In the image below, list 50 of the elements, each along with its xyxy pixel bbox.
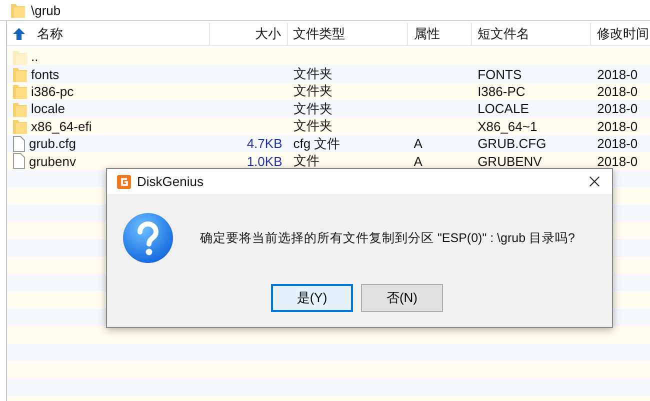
table-cell: 1.0KB (246, 154, 282, 169)
table-cell[interactable]: x86_64-efi (31, 118, 92, 134)
table-cell[interactable]: fonts (31, 66, 60, 82)
folder-icon (13, 48, 27, 65)
table-cell: 2018-0 (597, 154, 638, 169)
table-cell: LOCALE (478, 101, 529, 116)
close-icon (589, 176, 600, 187)
table-cell: 2018-0 (597, 118, 638, 134)
table-cell: 文件夹 (293, 82, 332, 100)
table-cell: 2018-0 (597, 136, 638, 152)
column-header[interactable]: 修改时间 (597, 25, 650, 43)
table-cell[interactable]: grubenv (29, 154, 76, 169)
table-cell[interactable]: .. (31, 49, 38, 64)
table-cell: 4.7KB (246, 136, 282, 152)
column-header[interactable]: 名称 (37, 25, 63, 43)
table-cell: 文件夹 (293, 100, 332, 118)
table-cell: 2018-0 (597, 101, 638, 116)
table-cell: I386-PC (478, 84, 526, 99)
folder-icon (13, 100, 27, 117)
up-arrow-icon (13, 28, 25, 40)
table-cell: A (414, 154, 422, 169)
app-logo-icon (117, 174, 131, 188)
dialog-title: DiskGenius (137, 174, 204, 189)
table-cell: FONTS (478, 66, 522, 82)
table-cell: 文件夹 (293, 118, 332, 135)
table-cell: GRUBENV (478, 154, 542, 169)
table-cell: 文件夹 (293, 65, 332, 83)
folder-icon (13, 118, 27, 134)
table-cell: 2018-0 (597, 66, 638, 82)
folder-icon (13, 83, 27, 100)
table-cell[interactable]: i386-pc (31, 84, 74, 99)
table-cell: A (414, 136, 422, 152)
table-cell: X86_64~1 (478, 118, 538, 134)
folder-icon (13, 66, 27, 82)
column-header[interactable]: 属性 (414, 25, 440, 43)
dialog-button[interactable]: 否(N) (361, 284, 443, 312)
table-cell[interactable]: locale (31, 101, 65, 116)
question-icon (122, 212, 174, 264)
table-cell[interactable]: grub.cfg (29, 136, 76, 152)
column-header[interactable]: 短文件名 (478, 25, 530, 43)
table-cell: GRUB.CFG (478, 136, 546, 152)
table-cell: 文件 (293, 152, 320, 170)
column-header[interactable]: 文件类型 (293, 25, 346, 43)
column-header[interactable]: 大小 (255, 25, 282, 43)
table-cell: 2018-0 (597, 84, 638, 99)
dialog-message: 确定要将当前选择的所有文件复制到分区 "ESP(0)" : \grub 目录吗? (200, 230, 575, 246)
path-text: \grub (31, 2, 61, 18)
table-cell: cfg 文件 (293, 134, 340, 152)
folder-icon (11, 2, 25, 18)
dialog-button[interactable]: 是(Y) (271, 284, 353, 312)
